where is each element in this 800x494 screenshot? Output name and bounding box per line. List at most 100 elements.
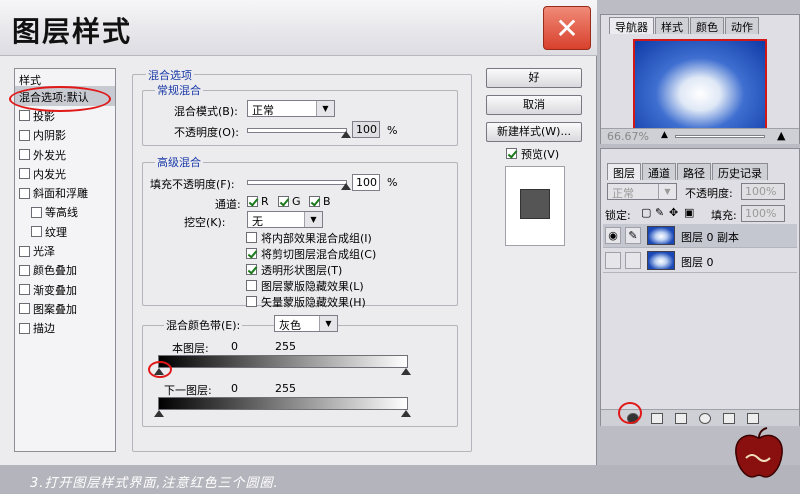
tab-channels[interactable]: 通道 [642,163,676,180]
style-item-label: 斜面和浮雕 [33,187,88,201]
tab-history[interactable]: 历史记录 [712,163,768,180]
checkbox[interactable] [19,149,30,161]
new-style-button[interactable]: 新建样式(W)... [486,122,582,142]
style-item-satin[interactable]: 光泽 [15,241,115,260]
option-checkbox-blend-clipped[interactable] [246,248,257,259]
option-label-blend-clipped: 将剪切图层混合成组(C) [261,248,377,261]
fill-opacity-slider[interactable] [247,180,347,185]
checkbox[interactable] [19,264,30,276]
option-checkbox-layer-mask-hides[interactable] [246,280,257,291]
tab-styles[interactable]: 样式 [655,17,689,34]
cancel-button[interactable]: 取消 [486,95,582,115]
opacity-slider[interactable] [247,128,347,133]
knockout-select[interactable]: 无 ▼ [247,211,323,228]
layers-panel: 图层 通道 路径 历史记录 正常 ▼ 不透明度: 100% 锁定: ▢ ✎ ✥ … [600,148,800,426]
fill-opacity-slider-thumb[interactable] [341,183,351,190]
fill-opacity-input[interactable]: 100 [352,174,380,191]
tab-paths[interactable]: 路径 [677,163,711,180]
lock-paint-icon[interactable]: ✎ [655,206,664,219]
tab-color[interactable]: 颜色 [690,17,724,34]
layer-blend-mode-select[interactable]: 正常 ▼ [607,183,677,200]
zoom-slider[interactable] [675,135,765,138]
new-group-icon[interactable] [675,412,687,424]
checkbox[interactable] [19,129,30,141]
layer-name: 图层 0 [681,256,714,269]
style-item-pattern-overlay[interactable]: 图案叠加 [15,299,115,318]
layer-row[interactable]: ◉ ✎ 图层 0 副本 [603,224,797,248]
tab-navigator[interactable]: 导航器 [609,17,654,34]
preview-checkbox[interactable] [506,148,517,159]
style-item-drop-shadow[interactable]: 投影 [15,106,115,125]
apple-logo-icon [735,427,783,478]
layer-row[interactable]: 图层 0 [603,249,797,273]
this-layer-min: 0 [231,340,238,353]
layer-opacity-input[interactable]: 100% [741,183,785,200]
navigator-thumbnail[interactable] [633,39,767,131]
adjustment-layer-icon[interactable] [699,412,711,424]
trash-icon[interactable] [747,412,759,424]
style-item-inner-shadow[interactable]: 内阴影 [15,126,115,145]
close-button[interactable]: ✕ [543,6,591,50]
this-layer-gradient [158,355,408,368]
this-layer-white-slider[interactable] [401,368,411,375]
link-slot [625,252,641,269]
underlying-layer-min: 0 [231,382,238,395]
eye-slot[interactable] [605,252,621,269]
lock-move-icon[interactable]: ✥ [669,206,678,219]
checkbox[interactable] [31,226,42,238]
channel-b-checkbox[interactable] [309,196,320,207]
style-item-blending-options[interactable]: 混合选项:默认 [15,87,115,107]
ok-button[interactable]: 好 [486,68,582,88]
opacity-slider-thumb[interactable] [341,131,351,138]
channel-g-checkbox[interactable] [278,196,289,207]
chevron-down-icon: ▼ [304,212,322,227]
zoom-out-icon[interactable]: ▲ [661,130,668,140]
style-item-texture[interactable]: 纹理 [15,222,115,241]
checkbox[interactable] [19,168,30,180]
eye-icon[interactable]: ◉ [605,227,621,244]
add-mask-icon[interactable] [651,412,663,424]
checkbox[interactable] [31,206,42,218]
channel-b-label: B [323,195,331,208]
lock-all-icon[interactable]: ▣ [684,206,694,219]
new-layer-icon[interactable] [723,412,735,424]
style-item-outer-glow[interactable]: 外发光 [15,145,115,164]
option-checkbox-vector-mask-hides[interactable] [246,296,257,307]
underlying-layer-label: 下一图层: [164,384,212,397]
blend-mode-label: 混合模式(B): [174,105,238,118]
checkbox[interactable] [19,284,30,296]
style-item-color-overlay[interactable]: 颜色叠加 [15,261,115,280]
blend-if-value: 灰色 [279,319,301,332]
zoom-in-icon[interactable]: ▲ [777,129,785,142]
style-item-gradient-overlay[interactable]: 渐变叠加 [15,280,115,299]
blend-mode-select[interactable]: 正常 ▼ [247,100,335,117]
checkbox[interactable] [19,110,30,122]
lock-transparent-icon[interactable]: ▢ [641,206,651,219]
dialog-title: 图层样式 [12,15,133,48]
tab-actions[interactable]: 动作 [725,17,759,34]
underlying-black-slider[interactable] [154,410,164,417]
layer-thumbnail [647,226,675,245]
opacity-input[interactable]: 100 [352,121,380,138]
this-layer-black-slider[interactable] [154,368,164,375]
channel-r-checkbox[interactable] [247,196,258,207]
add-layer-style-icon[interactable] [627,412,639,424]
zoom-value[interactable]: 66.67% [607,130,649,143]
underlying-white-slider[interactable] [401,410,411,417]
option-checkbox-blend-interior[interactable] [246,232,257,243]
fill-opacity-unit: % [387,176,398,189]
checkbox[interactable] [19,322,30,334]
styles-header[interactable]: 样式 [15,69,115,87]
checkbox[interactable] [19,303,30,315]
option-checkbox-transparency-shapes[interactable] [246,264,257,275]
checkbox[interactable] [19,187,30,199]
style-item-bevel-emboss[interactable]: 斜面和浮雕 [15,183,115,202]
style-item-label: 混合选项:默认 [19,90,89,104]
style-item-stroke[interactable]: 描边 [15,319,115,338]
style-item-contour[interactable]: 等高线 [15,203,115,222]
layer-fill-input[interactable]: 100% [741,205,785,222]
blend-if-select[interactable]: 灰色 ▼ [274,315,338,332]
tab-layers[interactable]: 图层 [607,163,641,180]
checkbox[interactable] [19,245,30,257]
style-item-inner-glow[interactable]: 内发光 [15,164,115,183]
